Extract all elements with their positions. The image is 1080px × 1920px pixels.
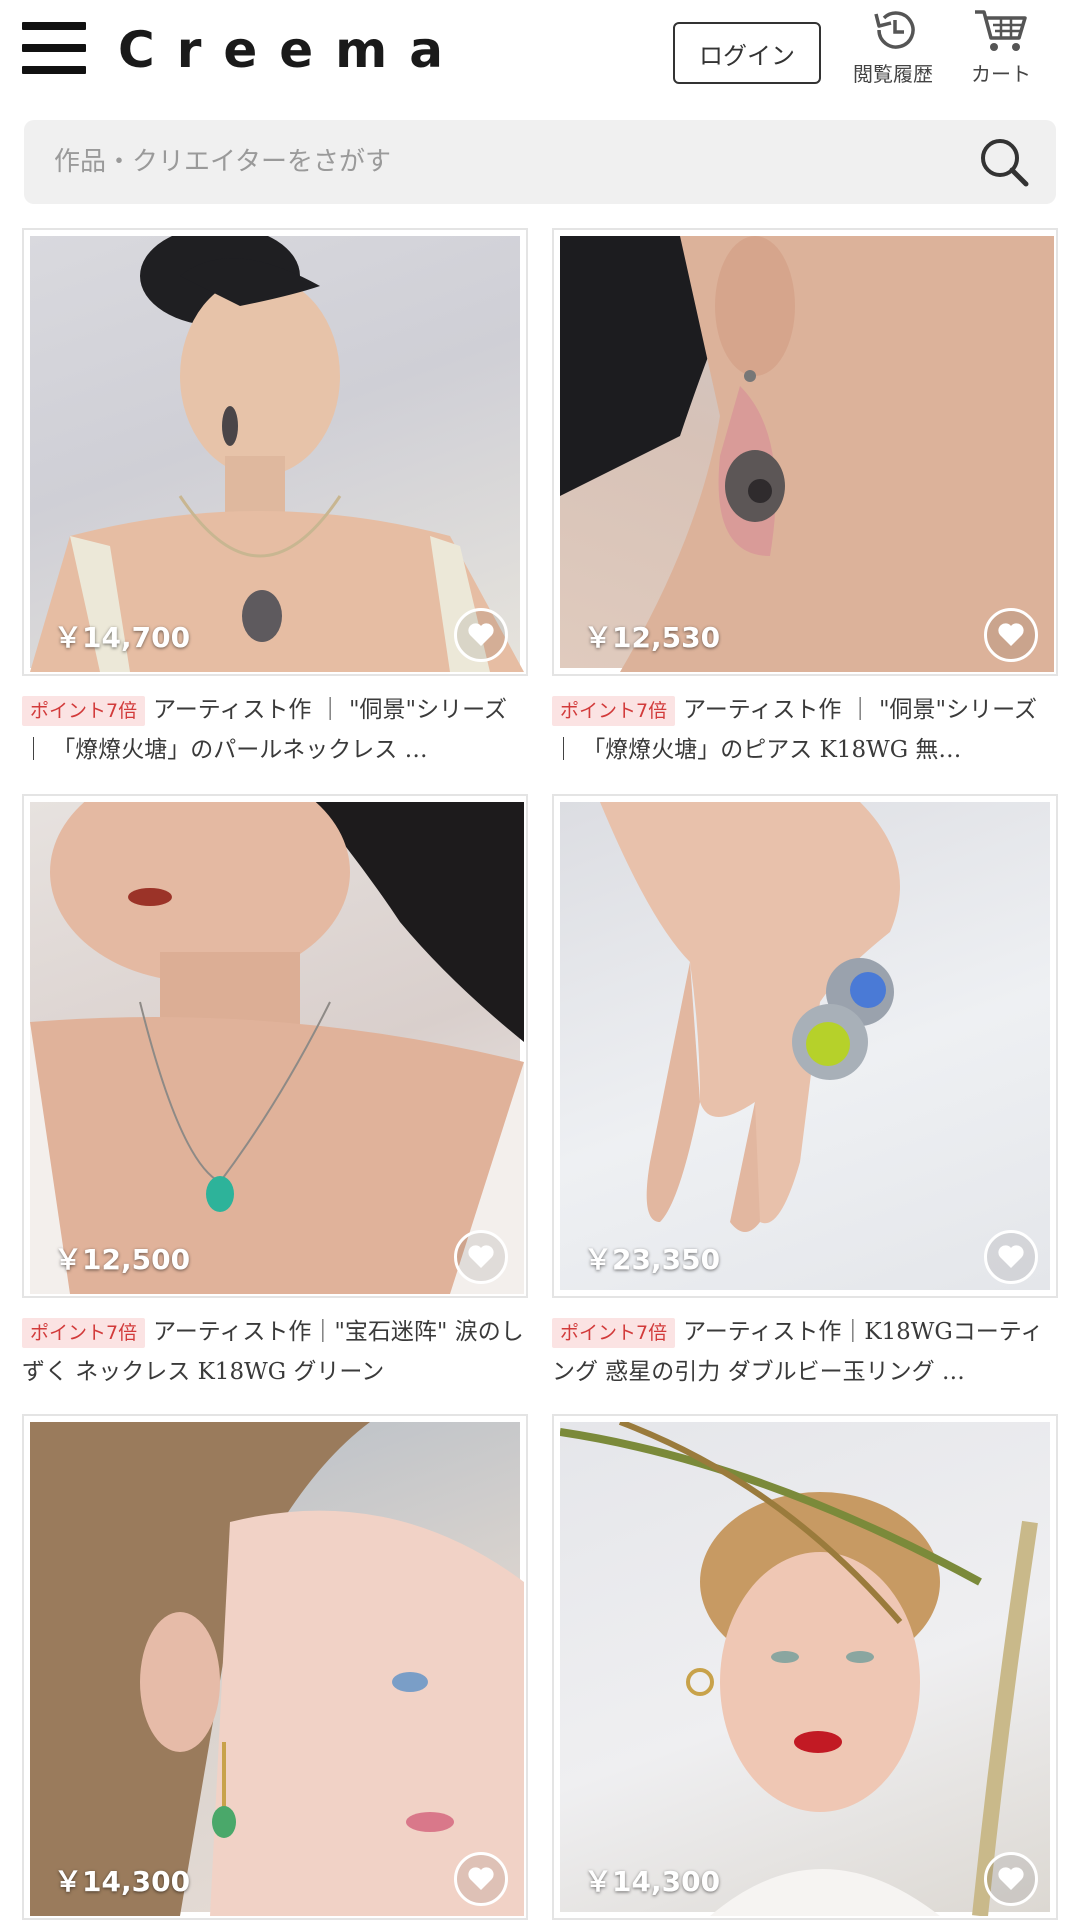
product-card[interactable]: ￥14,300: [552, 1414, 1058, 1920]
product-price: ￥14,700: [54, 621, 191, 654]
point-badge: ポイント7倍: [552, 1318, 676, 1348]
login-button[interactable]: ログイン: [673, 22, 821, 84]
product-photo: [560, 802, 1050, 1290]
favorite-button[interactable]: [454, 1852, 508, 1906]
menu-icon[interactable]: [22, 20, 86, 76]
favorite-button[interactable]: [984, 608, 1038, 662]
history-button[interactable]: 閲覧履歴: [838, 6, 948, 96]
cart-icon: [975, 10, 1027, 51]
product-image[interactable]: ￥14,300: [22, 1414, 528, 1920]
search-icon[interactable]: [976, 134, 1032, 190]
product-caption[interactable]: ポイント7倍 アーティスト作 ｜ "侗景"シリーズ ｜ 「燎燎火塘」のパールネック…: [22, 690, 528, 770]
heart-icon: [998, 1867, 1024, 1890]
product-photo: [30, 230, 524, 672]
heart-icon: [998, 1245, 1024, 1268]
product-card[interactable]: ￥23,350 ポイント7倍 アーティスト作｜K18WGコーティング 惑星の引力 …: [552, 794, 1058, 1392]
heart-icon: [468, 623, 494, 646]
product-card[interactable]: ￥14,300: [22, 1414, 528, 1920]
search-bar: [24, 120, 1056, 204]
product-caption[interactable]: ポイント7倍 アーティスト作｜K18WGコーティング 惑星の引力 ダブルビー玉リン…: [552, 1312, 1058, 1392]
product-caption[interactable]: ポイント7倍 アーティスト作｜"宝石迷阵" 涙のしずく ネックレス K18WG グ…: [22, 1312, 528, 1392]
product-photo: [30, 1422, 524, 1916]
product-image[interactable]: ￥14,700: [22, 228, 528, 676]
product-card[interactable]: ￥12,500 ポイント7倍 アーティスト作｜"宝石迷阵" 涙のしずく ネックレス…: [22, 794, 528, 1392]
favorite-button[interactable]: [984, 1230, 1038, 1284]
heart-icon: [468, 1867, 494, 1890]
product-image[interactable]: ￥23,350: [552, 794, 1058, 1298]
product-image[interactable]: ￥12,530: [552, 228, 1058, 676]
product-photo: [30, 796, 524, 1294]
product-price: ￥23,350: [584, 1243, 721, 1276]
product-price: ￥12,530: [584, 621, 721, 654]
cart-button[interactable]: カート: [946, 6, 1056, 96]
product-photo: [560, 236, 1054, 672]
heart-icon: [998, 623, 1024, 646]
favorite-button[interactable]: [454, 608, 508, 662]
product-price: ￥14,300: [54, 1865, 191, 1898]
cart-label: カート: [971, 62, 1031, 86]
product-grid: ￥14,700 ポイント7倍 アーティスト作 ｜ "侗景"シリーズ ｜ 「燎燎火塘…: [0, 228, 1080, 1920]
product-caption[interactable]: ポイント7倍 アーティスト作 ｜ "侗景"シリーズ ｜ 「燎燎火塘」のピアス K1…: [552, 690, 1058, 770]
point-badge: ポイント7倍: [22, 696, 146, 726]
creema-logo[interactable]: Creema: [118, 18, 465, 82]
point-badge: ポイント7倍: [22, 1318, 146, 1348]
product-image[interactable]: ￥12,500: [22, 794, 528, 1298]
favorite-button[interactable]: [454, 1230, 508, 1284]
search-input[interactable]: [24, 120, 964, 204]
product-card[interactable]: ￥12,530 ポイント7倍 アーティスト作 ｜ "侗景"シリーズ ｜ 「燎燎火塘…: [552, 228, 1058, 770]
point-badge: ポイント7倍: [552, 696, 676, 726]
app-header: Creema ログイン 閲覧履歴 カート: [0, 0, 1080, 112]
history-icon: [874, 11, 915, 49]
product-photo: [559, 1419, 1050, 1917]
product-price: ￥12,500: [54, 1243, 191, 1276]
product-card[interactable]: ￥14,700 ポイント7倍 アーティスト作 ｜ "侗景"シリーズ ｜ 「燎燎火塘…: [22, 228, 528, 770]
product-price: ￥14,300: [584, 1865, 721, 1898]
favorite-button[interactable]: [984, 1852, 1038, 1906]
history-label: 閲覧履歴: [853, 62, 933, 86]
product-image[interactable]: ￥14,300: [552, 1414, 1058, 1920]
heart-icon: [468, 1245, 494, 1268]
